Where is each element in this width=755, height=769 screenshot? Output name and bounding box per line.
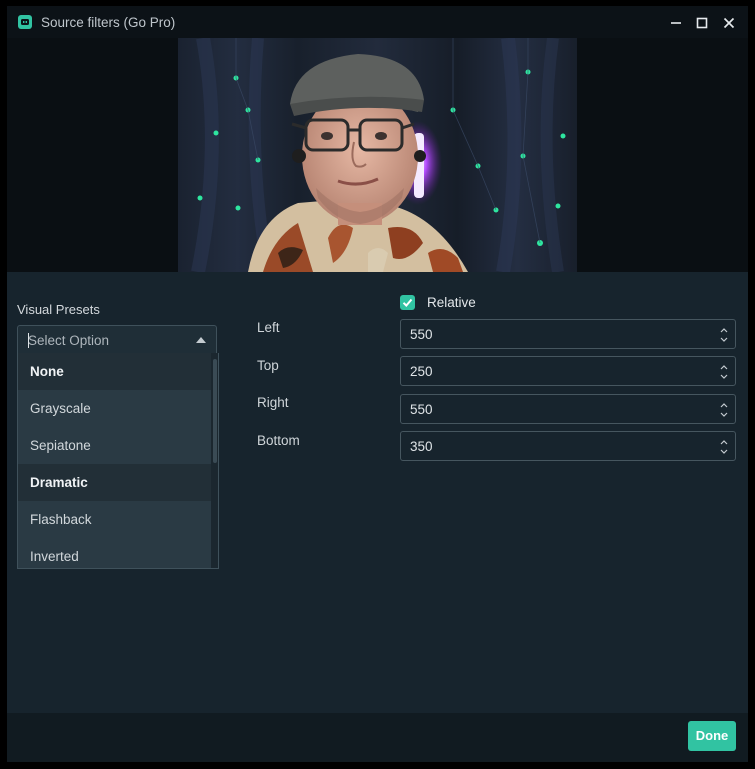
maximize-button[interactable] (691, 12, 713, 34)
window-title: Source filters (Go Pro) (41, 15, 176, 30)
close-icon (723, 17, 735, 29)
spinner-arrows-icon[interactable] (719, 438, 729, 456)
left-input[interactable]: 550 (400, 319, 736, 349)
right-label: Right (257, 395, 289, 410)
top-label: Top (257, 358, 279, 373)
right-input[interactable]: 550 (400, 394, 736, 424)
right-value: 550 (410, 402, 433, 417)
spinner-arrows-icon[interactable] (719, 363, 729, 381)
minimize-icon (671, 22, 681, 24)
option-sepiatone[interactable]: Sepiatone (18, 427, 211, 464)
checkmark-icon (402, 298, 413, 307)
top-input[interactable]: 250 (400, 356, 736, 386)
option-dramatic[interactable]: Dramatic (18, 464, 211, 501)
visual-presets-label: Visual Presets (17, 302, 100, 317)
dialog-footer: Done (7, 713, 748, 762)
option-flashback[interactable]: Flashback (18, 501, 211, 538)
left-value: 550 (410, 327, 433, 342)
option-grayscale[interactable]: Grayscale (18, 390, 211, 427)
relative-label: Relative (427, 295, 476, 310)
streamlabs-icon (18, 15, 32, 29)
caret-up-icon (196, 337, 206, 343)
maximize-icon (696, 17, 708, 29)
relative-checkbox[interactable] (400, 295, 415, 310)
filter-controls: Visual Presets Select Option None Graysc… (7, 272, 748, 713)
done-button[interactable]: Done (688, 721, 736, 751)
close-button[interactable] (718, 12, 740, 34)
text-cursor (28, 333, 29, 348)
visual-presets-select[interactable]: Select Option (17, 325, 217, 353)
spinner-arrows-icon[interactable] (719, 401, 729, 419)
visual-presets-dropdown: None Grayscale Sepiatone Dramatic Flashb… (17, 353, 219, 569)
bottom-input[interactable]: 350 (400, 431, 736, 461)
option-inverted[interactable]: Inverted (18, 538, 211, 568)
top-value: 250 (410, 364, 433, 379)
source-filters-window: Source filters (Go Pro) Visual Presets S… (7, 6, 748, 762)
bottom-value: 350 (410, 439, 433, 454)
bottom-label: Bottom (257, 433, 300, 448)
minimize-button[interactable] (665, 12, 687, 34)
dropdown-scrollbar-thumb[interactable] (213, 359, 217, 463)
title-bar[interactable]: Source filters (Go Pro) (7, 6, 748, 38)
source-preview (7, 38, 748, 272)
webcam-preview-image (178, 38, 577, 272)
option-none[interactable]: None (18, 353, 211, 390)
select-placeholder: Select Option (28, 333, 110, 348)
left-label: Left (257, 320, 280, 335)
spinner-arrows-icon[interactable] (719, 326, 729, 344)
